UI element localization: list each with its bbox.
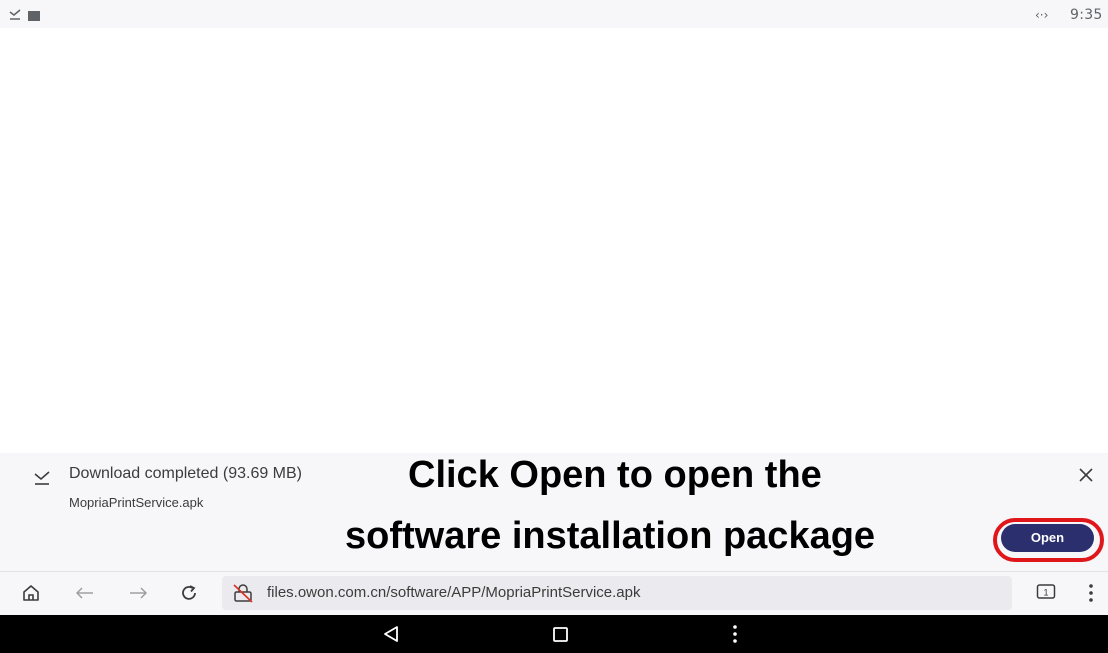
url-text: files.owon.com.cn/software/APP/MopriaPri… [267, 584, 641, 601]
menu-dots-icon[interactable] [731, 624, 739, 644]
url-bar[interactable]: files.owon.com.cn/software/APP/MopriaPri… [222, 576, 1012, 610]
notification-square-icon [28, 11, 40, 21]
home-icon[interactable] [20, 582, 42, 604]
system-navigation-bar [0, 615, 1108, 653]
overflow-menu-icon[interactable] [1084, 582, 1098, 604]
insecure-lock-icon[interactable] [232, 583, 254, 603]
download-done-icon [9, 9, 21, 20]
home-square-icon[interactable] [552, 626, 569, 643]
page-content [0, 28, 1108, 453]
open-button[interactable]: Open [1001, 524, 1094, 552]
download-title: Download completed (93.69 MB) [69, 465, 303, 482]
tab-count: 1 [1043, 588, 1048, 598]
back-triangle-icon[interactable] [382, 625, 400, 643]
annotation-line-2: software installation package [345, 515, 876, 557]
tabs-icon[interactable]: 1 [1036, 583, 1056, 601]
browser-toolbar: files.owon.com.cn/software/APP/MopriaPri… [0, 571, 1108, 615]
back-arrow-icon[interactable] [74, 582, 96, 604]
close-icon[interactable] [1076, 465, 1096, 485]
forward-arrow-icon[interactable] [127, 582, 149, 604]
status-time: 9:35 [1070, 7, 1103, 23]
download-filename: MopriaPrintService.apk [69, 495, 204, 510]
reload-icon[interactable] [178, 582, 200, 604]
data-arrows-icon: ‹·› [1035, 8, 1049, 22]
status-bar: ‹·› 9:35 [0, 0, 1108, 28]
annotation-line-1: Click Open to open the [408, 454, 822, 496]
download-done-icon [34, 471, 50, 485]
